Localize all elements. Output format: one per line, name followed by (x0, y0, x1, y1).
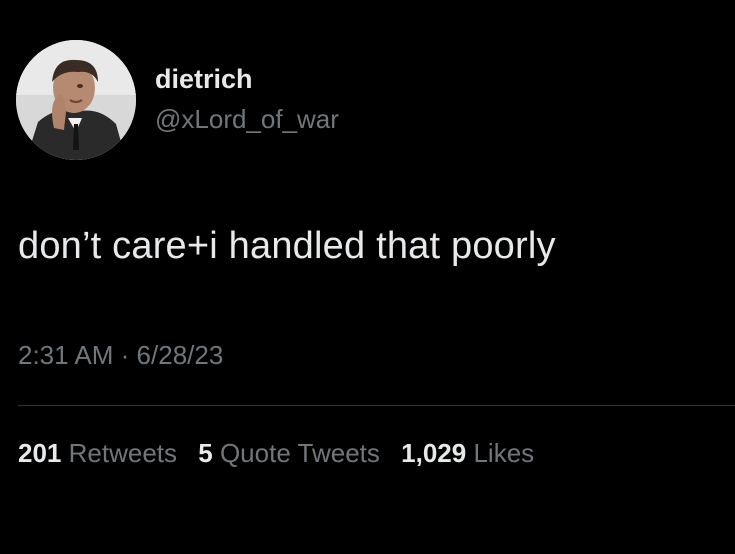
tweet-date: 6/28/23 (136, 340, 224, 370)
user-handle[interactable]: @xLord_of_war (155, 103, 339, 135)
tweet-text: don’t care+i handled that poorly (18, 225, 556, 267)
retweets-count: 201 (18, 438, 62, 468)
quote-tweets-stat[interactable]: 5 Quote Tweets (198, 438, 380, 468)
display-name[interactable]: dietrich (155, 62, 253, 96)
tweet-timestamp[interactable]: 2:31 AM · 6/28/23 (18, 338, 223, 372)
likes-stat[interactable]: 1,029 Likes (401, 438, 534, 468)
tweet-time: 2:31 AM (18, 340, 114, 370)
avatar[interactable] (16, 40, 136, 160)
divider (18, 405, 735, 406)
likes-count: 1,029 (401, 438, 467, 468)
profile-photo-icon (16, 40, 136, 160)
likes-label: Likes (473, 438, 535, 468)
quote-tweets-count: 5 (198, 438, 213, 468)
timestamp-separator: · (120, 340, 130, 370)
retweets-stat[interactable]: 201 Retweets (18, 438, 177, 468)
quote-tweets-label: Quote Tweets (219, 438, 380, 468)
engagement-stats: 201 Retweets 5 Quote Tweets 1,029 Likes (18, 436, 548, 470)
retweets-label: Retweets (68, 438, 178, 468)
tweet-card: dietrich @xLord_of_war don’t care+i hand… (0, 0, 735, 554)
